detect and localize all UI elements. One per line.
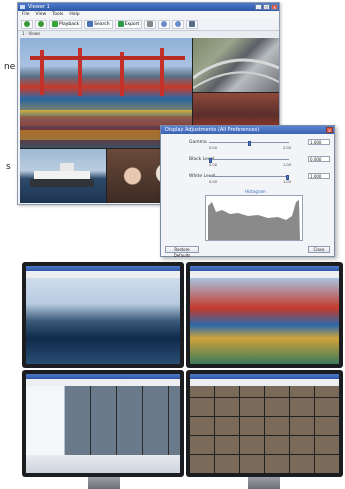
search-icon: [87, 21, 94, 27]
white-level-slider-row: White Level 1.000 0.00 1.00: [167, 173, 330, 189]
monitor-stand-right: [248, 477, 280, 489]
monitor-top-right: [186, 262, 343, 368]
gamma-label: Gamma: [189, 140, 207, 145]
edge-text-top: ne: [4, 62, 16, 72]
play-icon: [52, 21, 58, 27]
monitor-screen: [190, 374, 339, 473]
menu-tools[interactable]: Tools: [52, 11, 63, 18]
white-level-slider[interactable]: [209, 175, 289, 180]
window-title: Viewer 1: [28, 4, 50, 10]
monitor-stand-left: [88, 477, 120, 489]
menu-file[interactable]: File: [22, 11, 30, 18]
close-button[interactable]: ×: [271, 4, 278, 10]
display-adjustments-dialog: Display Adjustments (All Preferences) × …: [160, 125, 335, 258]
restore-defaults-button[interactable]: Restore Defaults: [165, 246, 199, 258]
gamma-slider[interactable]: [209, 141, 289, 146]
window-titlebar: Viewer 1 _ □ ×: [18, 3, 279, 11]
forward-button[interactable]: [35, 19, 47, 29]
monitor-screen: [190, 266, 339, 364]
layout-button[interactable]: [186, 19, 199, 29]
histogram-label: Histogram: [245, 189, 266, 194]
playback-label: Playback: [59, 21, 80, 27]
gamma-value-field[interactable]: 1.000: [308, 139, 330, 145]
view-selector[interactable]: 1 - Views: [18, 31, 279, 37]
black-level-max: 1.00: [283, 163, 292, 167]
zoom-in-button[interactable]: [158, 19, 171, 29]
menu-bar: File View Tools Help: [18, 11, 279, 18]
search-label: Search: [94, 21, 110, 27]
camera-tile-ship[interactable]: [20, 149, 106, 203]
gamma-slider-row: Gamma 1.000 0.00 2.00: [167, 139, 330, 155]
camera-feed-ship[interactable]: [26, 278, 180, 364]
histogram-panel: [205, 195, 303, 241]
zoom-in-icon: [161, 21, 168, 27]
black-level-slider-row: Black Level 0.000 0.00 1.00: [167, 156, 330, 172]
edge-text-middle: s: [6, 162, 11, 172]
black-level-min: 0.00: [209, 163, 218, 167]
back-button[interactable]: [21, 19, 33, 29]
timeline-panel[interactable]: [26, 455, 180, 473]
pointer-icon: [147, 21, 154, 27]
camera-tree-panel[interactable]: [26, 386, 65, 455]
export-button[interactable]: Export: [114, 19, 143, 29]
zoom-out-button[interactable]: [172, 19, 185, 29]
black-level-value-field[interactable]: 0.000: [308, 156, 330, 162]
layout-icon: [189, 21, 196, 27]
camera-grid-small[interactable]: [65, 386, 180, 455]
camera-tile-highway[interactable]: [193, 38, 279, 92]
zoom-out-icon: [175, 21, 182, 27]
dialog-title: Display Adjustments (All Preferences): [165, 127, 260, 133]
menu-view[interactable]: View: [36, 11, 47, 18]
black-level-slider[interactable]: [209, 158, 289, 163]
pointer-button[interactable]: [144, 19, 157, 29]
monitor-screen: [26, 374, 180, 473]
white-level-max: 1.00: [283, 180, 292, 184]
menu-help[interactable]: Help: [69, 11, 79, 18]
road-graphic: [193, 58, 279, 89]
gamma-min: 0.00: [209, 146, 218, 150]
dialog-close-icon[interactable]: ×: [326, 127, 333, 133]
monitor-bottom-left: [22, 370, 184, 477]
histogram-graph: [208, 200, 300, 240]
white-level-min: 0.00: [209, 180, 218, 184]
search-button[interactable]: Search: [84, 19, 113, 29]
white-level-value-field[interactable]: 1.000: [308, 173, 330, 179]
back-icon: [24, 21, 30, 27]
maximize-button[interactable]: □: [263, 4, 270, 10]
monitor-bottom-right: [186, 370, 343, 477]
dialog-titlebar: Display Adjustments (All Preferences) ×: [161, 126, 334, 134]
camera-mosaic[interactable]: [190, 386, 339, 473]
gamma-max: 2.00: [283, 146, 292, 150]
ship-graphic: [30, 163, 94, 187]
minimize-button[interactable]: _: [255, 4, 262, 10]
monitor-top-left: [22, 262, 184, 368]
export-icon: [117, 21, 124, 27]
app-icon: [20, 5, 25, 9]
gamma-slider-thumb[interactable]: [247, 141, 251, 146]
close-dialog-button[interactable]: Close: [308, 246, 330, 253]
playback-button[interactable]: Playback: [49, 19, 83, 29]
monitor-screen: [26, 266, 180, 364]
camera-feed-port[interactable]: [190, 278, 339, 364]
main-toolbar: Playback Search Export: [18, 18, 279, 31]
forward-icon: [38, 21, 44, 27]
export-label: Export: [124, 21, 140, 27]
